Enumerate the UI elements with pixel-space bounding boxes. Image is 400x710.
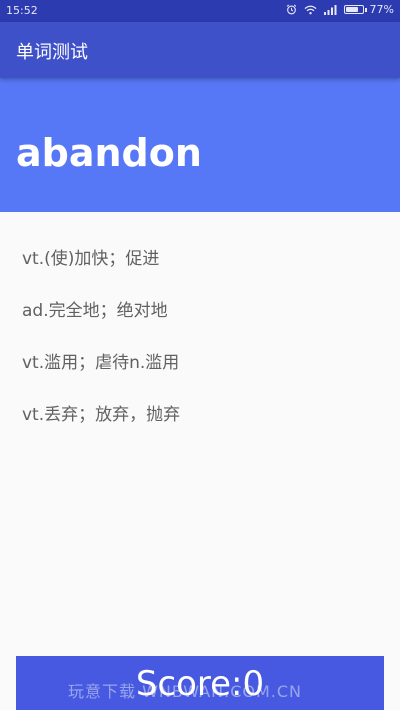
status-time: 15:52	[6, 4, 38, 17]
options-list: vt.(使)加快；促进 ad.完全地；绝对地 vt.滥用；虐待n.滥用 vt.丢…	[22, 246, 382, 454]
app-bar: 单词测试	[0, 22, 400, 78]
app-title: 单词测试	[16, 42, 88, 63]
status-icons: 77%	[286, 3, 394, 16]
status-bar: 15:52 77%	[0, 0, 400, 22]
option-2[interactable]: ad.完全地；绝对地	[22, 298, 382, 350]
signal-icon	[323, 4, 337, 15]
score-button[interactable]: Score:0	[16, 656, 384, 710]
score-label: Score:0	[135, 664, 265, 704]
option-3[interactable]: vt.滥用；虐待n.滥用	[22, 350, 382, 402]
battery-percent: 77%	[369, 3, 394, 16]
battery-icon	[343, 5, 364, 14]
battery-indicator: 77%	[343, 3, 394, 16]
word-banner: abandon	[0, 78, 400, 212]
option-4[interactable]: vt.丢弃；放弃，抛弃	[22, 402, 382, 454]
alarm-icon	[286, 4, 297, 15]
battery-fill	[345, 7, 358, 12]
wifi-icon	[304, 5, 317, 15]
battery-tip	[364, 7, 367, 12]
option-1[interactable]: vt.(使)加快；促进	[22, 246, 382, 298]
word-text: abandon	[16, 131, 202, 175]
